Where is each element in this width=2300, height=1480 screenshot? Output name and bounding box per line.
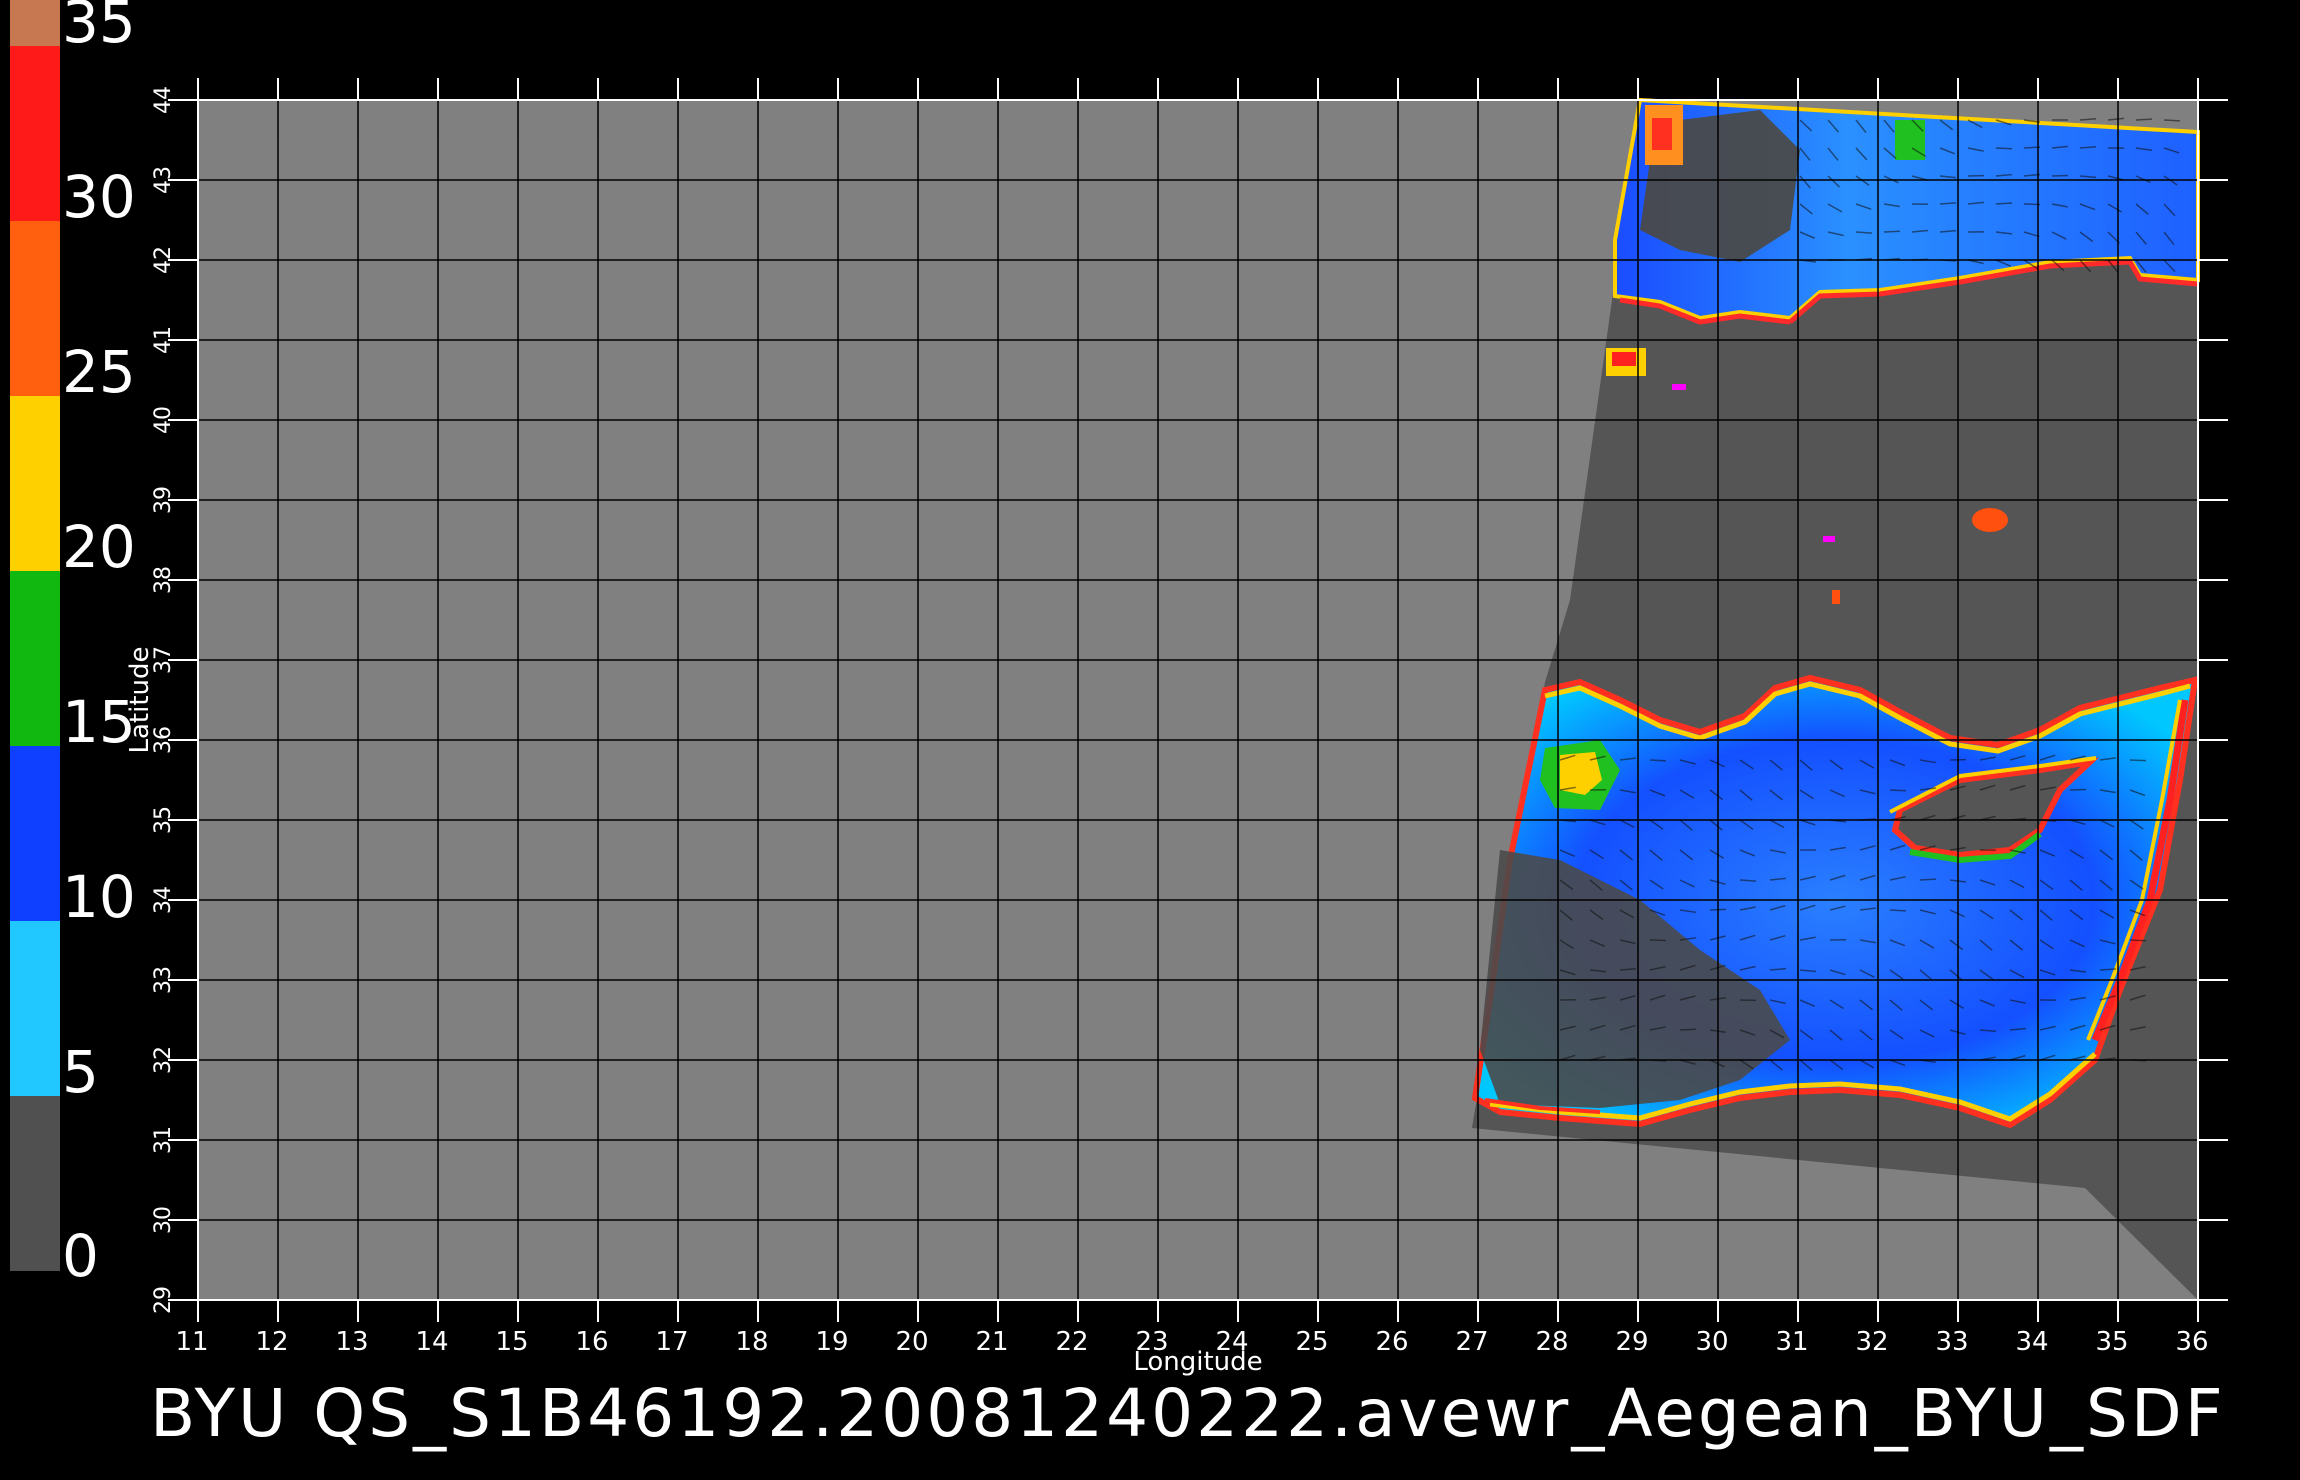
wind-vector (2163, 119, 2181, 122)
colorbar-label: 20 (62, 513, 136, 581)
x-tick-label: 34 (2015, 1327, 2048, 1357)
x-tick-label: 36 (2175, 1327, 2208, 1357)
wind-vector (1679, 1028, 1697, 1031)
wind-vector (2135, 118, 2153, 121)
y-tick-label: 43 (151, 166, 176, 194)
map-plot-area: 11 12 13 14 15 16 17 18 19 20 21 22 23 24 25 26 27 28 29 30… (151, 78, 2228, 1357)
y-axis-label: Latitude (125, 646, 155, 753)
wind-vector (1995, 147, 2013, 150)
x-tick-label: 33 (1935, 1327, 1968, 1357)
y-tick-label: 34 (151, 886, 176, 914)
x-tick-label: 26 (1375, 1327, 1408, 1357)
x-tick-label: 25 (1295, 1327, 1328, 1357)
x-tick-label: 21 (975, 1327, 1008, 1357)
x-tick-label: 30 (1695, 1327, 1728, 1357)
y-tick-label: 30 (151, 1206, 176, 1234)
wind-vector (1649, 759, 1667, 762)
colorbar-label: 35 (62, 0, 136, 56)
wind-vector (2129, 759, 2147, 762)
wind-vector (1919, 878, 1937, 881)
x-tick-label: 12 (255, 1327, 288, 1357)
x-tick-label: 15 (495, 1327, 528, 1357)
wind-vector (1995, 202, 2013, 205)
colorbar-label: 0 (62, 1222, 99, 1290)
wind-vector (2051, 174, 2069, 177)
y-tick-label: 41 (151, 326, 176, 354)
colorbar-label: 5 (62, 1038, 99, 1106)
wind-vector (2069, 788, 2087, 791)
x-tick-label: 28 (1535, 1327, 1568, 1357)
x-tick-label: 19 (815, 1327, 848, 1357)
y-tick-label: 33 (151, 966, 176, 994)
x-tick-label: 14 (415, 1327, 448, 1357)
x-tick-label: 35 (2095, 1327, 2128, 1357)
x-tick-label: 29 (1615, 1327, 1648, 1357)
colorbar-label: 30 (62, 163, 136, 231)
y-tick-label: 42 (151, 246, 176, 274)
x-tick-label: 22 (1055, 1327, 1088, 1357)
x-axis-label: Longitude (1133, 1347, 1262, 1377)
x-tick-label: 11 (175, 1327, 208, 1357)
x-tick-label: 16 (575, 1327, 608, 1357)
colorbar-label: 25 (62, 338, 136, 406)
y-tick-label: 31 (151, 1126, 176, 1154)
x-tick-label: 18 (735, 1327, 768, 1357)
y-tick-label: 35 (151, 806, 176, 834)
y-tick-label: 39 (151, 486, 176, 514)
wind-speed-colorbar: 35302520151050 (10, 0, 136, 1290)
image-title: BYU QS_S1B46192.20081240222.avewr_Aegean… (150, 1375, 2226, 1452)
y-tick-label: 40 (151, 406, 176, 434)
x-tick-label: 31 (1775, 1327, 1808, 1357)
y-tick-label: 32 (151, 1046, 176, 1074)
y-tick-label: 44 (151, 86, 176, 114)
wind-vector (1889, 789, 1907, 792)
y-tick-label: 38 (151, 566, 176, 594)
wind-vector (1883, 230, 1901, 233)
colorbar-label: 10 (62, 863, 136, 931)
x-tick-label: 27 (1455, 1327, 1488, 1357)
wind-vector (2129, 939, 2147, 942)
x-tick-label: 20 (895, 1327, 928, 1357)
x-tick-label: 13 (335, 1327, 368, 1357)
wind-map-figure: 35 30 25 20 15 10 5 0 11 12 13 14 15 16 17 18 1… (10, 0, 2228, 1452)
wind-vector (2099, 968, 2117, 971)
wind-vector (1889, 909, 1907, 912)
y-tick-label: 29 (151, 1286, 176, 1314)
x-tick-label: 17 (655, 1327, 688, 1357)
x-tick-label: 32 (1855, 1327, 1888, 1357)
